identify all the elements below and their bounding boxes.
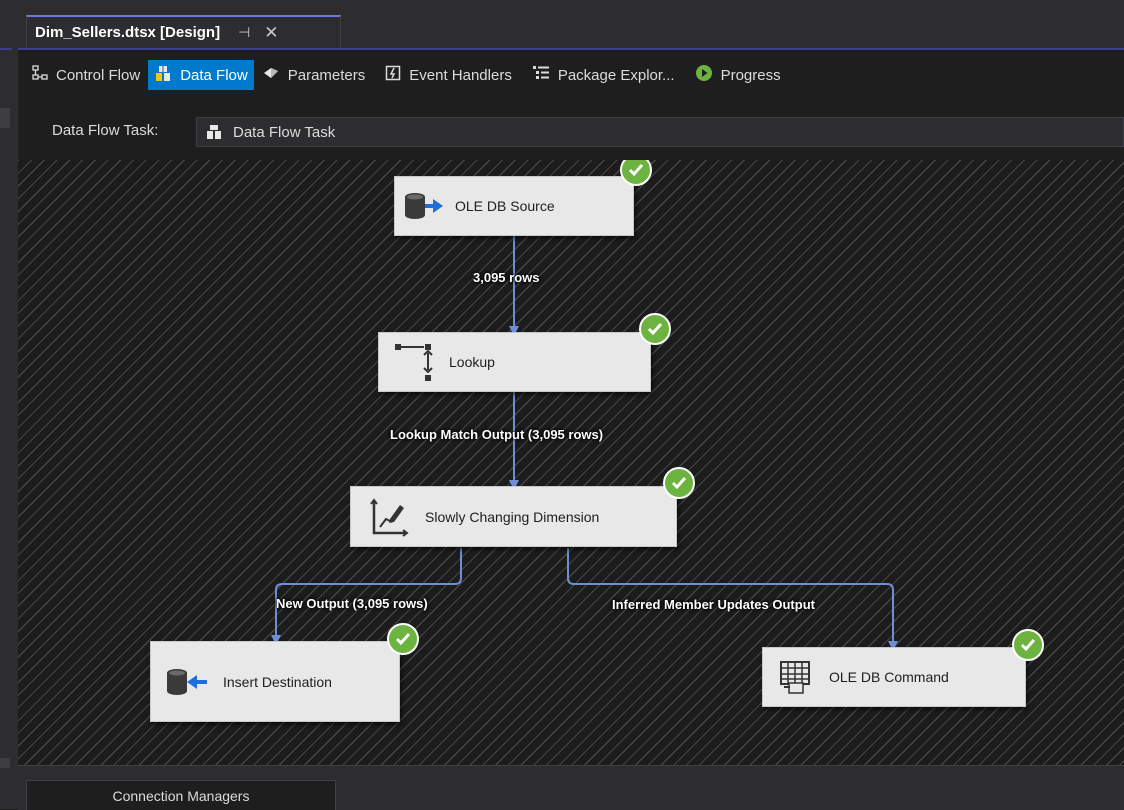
component-slowly-changing-dimension[interactable]: Slowly Changing Dimension <box>350 486 677 547</box>
success-check-icon <box>663 467 695 499</box>
path-label-lookup-to-scd: Lookup Match Output (3,095 rows) <box>390 427 604 442</box>
database-destination-icon <box>151 667 223 697</box>
data-flow-task-bar: Data Flow Task: Data Flow Task <box>18 100 1124 160</box>
document-tab[interactable]: Dim_Sellers.dtsx [Design] ⊣ ✕ <box>26 15 341 48</box>
left-panel-strip <box>0 0 19 809</box>
data-flow-task-icon <box>205 124 223 140</box>
data-flow-task-select[interactable]: Data Flow Task <box>196 117 1124 147</box>
tab-progress[interactable]: Progress <box>689 60 787 90</box>
tab-label: Package Explor... <box>557 66 675 84</box>
document-tab-bar: Dim_Sellers.dtsx [Design] ⊣ ✕ <box>18 0 1124 50</box>
bottom-panel: Connection Managers <box>18 765 1124 810</box>
connection-managers-tab[interactable]: Connection Managers <box>26 780 336 810</box>
component-lookup[interactable]: Lookup <box>378 332 651 392</box>
data-flow-icon <box>154 64 172 86</box>
document-tab-title: Dim_Sellers.dtsx [Design] <box>35 24 221 41</box>
tab-label: Control Flow <box>56 66 141 84</box>
tab-event-handlers[interactable]: Event Handlers <box>379 60 518 90</box>
success-check-icon <box>639 313 671 345</box>
lookup-icon <box>379 340 449 384</box>
tab-label: Progress <box>720 66 781 84</box>
tab-data-flow[interactable]: Data Flow <box>148 60 254 90</box>
path-label-scd-to-insert: New Output (3,095 rows) <box>276 596 428 611</box>
success-check-icon <box>1012 629 1044 661</box>
tab-label: Data Flow <box>180 66 248 84</box>
path-label-scd-to-command: Inferred Member Updates Output <box>612 597 815 612</box>
progress-icon <box>695 64 713 86</box>
path-label-source-to-lookup: 3,095 rows <box>473 270 540 285</box>
tab-label: Event Handlers <box>409 66 512 84</box>
component-label: Lookup <box>449 354 495 370</box>
event-handlers-icon <box>385 65 401 85</box>
component-label: Insert Destination <box>223 673 332 690</box>
control-flow-icon <box>32 65 48 85</box>
component-label: OLE DB Command <box>829 669 949 685</box>
ole-db-command-icon <box>763 659 829 695</box>
path-scd-to-insert[interactable] <box>271 548 462 645</box>
left-panel-marker-bottom <box>0 758 10 768</box>
database-source-icon <box>395 191 455 221</box>
tab-package-explorer[interactable]: Package Explor... <box>526 60 681 90</box>
designer-tab-strip: Control Flow Data Flow Parameters Event … <box>18 50 1124 100</box>
tab-parameters[interactable]: Parameters <box>256 60 372 90</box>
close-icon[interactable]: ✕ <box>264 23 278 43</box>
component-ole-db-source[interactable]: OLE DB Source <box>394 176 634 236</box>
tab-label: Parameters <box>287 66 366 84</box>
component-label: OLE DB Source <box>455 198 555 214</box>
package-explorer-icon <box>532 65 550 85</box>
tab-control-flow[interactable]: Control Flow <box>26 60 146 90</box>
success-check-icon <box>387 623 419 655</box>
component-insert-destination[interactable]: Insert Destination <box>150 641 400 722</box>
data-flow-canvas[interactable]: 3,095 rows Lookup Match Output (3,095 ro… <box>18 160 1124 765</box>
pin-icon[interactable]: ⊣ <box>238 24 250 41</box>
parameters-icon <box>262 65 280 85</box>
data-flow-task-value: Data Flow Task <box>233 123 336 141</box>
slowly-changing-dimension-icon <box>351 495 425 539</box>
component-ole-db-command[interactable]: OLE DB Command <box>762 647 1026 707</box>
component-label: Slowly Changing Dimension <box>425 508 600 525</box>
data-flow-task-label: Data Flow Task: <box>52 122 159 139</box>
left-tab-underline <box>0 48 12 50</box>
left-panel-marker <box>0 108 10 128</box>
